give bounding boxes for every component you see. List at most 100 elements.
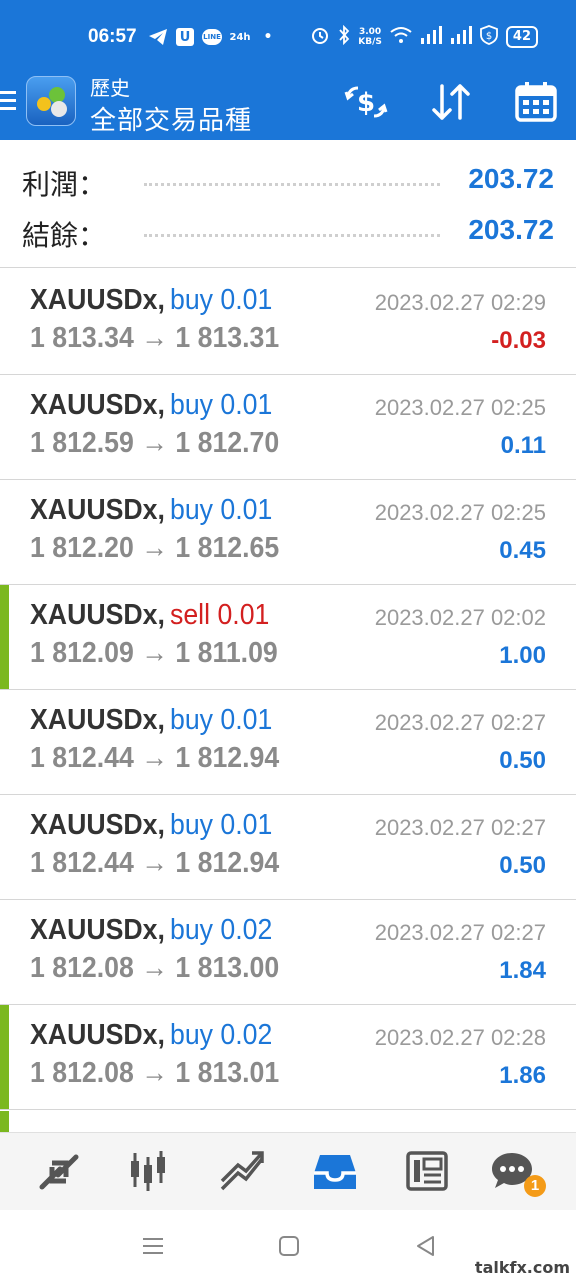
status-time: 06:57: [88, 26, 137, 47]
trade-row[interactable]: XAUUSDx, sell 0.01 2023.02.27 02:02 1 812.0…: [0, 585, 576, 690]
app-bar: 歷史 全部交易品種 $: [0, 64, 576, 140]
menu-icon[interactable]: [139, 1232, 167, 1260]
trade-row[interactable]: XAUUSDx, buy 0.01 2023.02.27 02:29 1 813.34…: [0, 270, 576, 375]
app-logo[interactable]: [26, 76, 76, 126]
profit-label: 利潤：: [22, 168, 107, 201]
u-icon: U: [176, 28, 194, 46]
battery-icon: 42: [505, 26, 538, 48]
dotted-leader: [144, 183, 440, 186]
trade-row[interactable]: XAUUSDx, buy 0.01 2023.02.27 02:25 1 812.59…: [0, 375, 576, 480]
trade-side-volume: buy 0.02: [170, 1019, 273, 1051]
trade-time: 2023.02.27 02:28: [374, 1025, 546, 1050]
trade-time: 2023.02.27 02:29: [374, 290, 546, 315]
trade-symbol: XAUUSDx,: [30, 494, 165, 526]
trade-prices: 1 812.59 → 1 812.70: [30, 427, 280, 459]
trade-side-volume: buy 0.02: [170, 914, 273, 946]
trade-time: 2023.02.27 02:27: [374, 710, 546, 735]
svg-text:$: $: [357, 88, 375, 118]
bottom-navigation: 1: [0, 1132, 576, 1210]
24h-icon: 24h: [229, 31, 251, 43]
trade-prices: 1 813.34 → 1 813.31: [30, 322, 280, 354]
trade-side-volume: buy 0.01: [170, 494, 273, 526]
trade-symbol: XAUUSDx,: [30, 809, 165, 841]
trade-row[interactable]: XAUUSDx, buy 0.01 2023.02.27 02:25 1 812.20…: [0, 480, 576, 585]
trade-profit: 1.84: [499, 957, 546, 984]
quotes-icon[interactable]: [34, 1147, 84, 1197]
speed-value: 3.00: [358, 27, 382, 37]
trade-profit: 0.45: [499, 537, 546, 564]
news-icon[interactable]: [402, 1147, 452, 1197]
bluetooth-icon: [338, 24, 350, 49]
signal-icon: [420, 26, 442, 48]
trade-time: 2023.02.27 02:27: [374, 815, 546, 840]
trade-profit: 0.50: [499, 852, 546, 879]
back-icon[interactable]: [412, 1232, 440, 1260]
svg-text:$: $: [486, 31, 492, 42]
trade-side-volume: sell 0.01: [170, 599, 270, 631]
alarm-icon: [310, 25, 330, 49]
trade-symbol: XAUUSDx,: [30, 1019, 165, 1051]
trade-time: 2023.02.27 02:02: [374, 605, 546, 630]
trade-marker: [0, 1005, 9, 1109]
profit-row: 利潤： 203.72: [0, 155, 576, 205]
trade-side-volume: buy 0.01: [170, 284, 273, 316]
signal-icon: [450, 26, 472, 48]
trade-prices: 1 812.09 → 1 811.09: [30, 637, 278, 669]
trade-row[interactable]: XAUUSDx, buy 0.01 2023.02.27 02:27 1 812.44…: [0, 795, 576, 900]
network-speed: 3.00 KB/S: [358, 27, 382, 47]
page-subtitle: 歷史: [90, 76, 130, 100]
trade-time: 2023.02.27 02:25: [374, 395, 546, 420]
speed-unit: KB/S: [358, 37, 382, 47]
trade-symbol: XAUUSDx,: [30, 704, 165, 736]
chat-icon[interactable]: 1: [490, 1147, 546, 1197]
trade-prices: 1 812.08 → 1 813.01: [30, 1057, 280, 1089]
wifi-icon: [390, 26, 412, 48]
trade-side-volume: buy 0.01: [170, 809, 273, 841]
sort-icon[interactable]: [427, 78, 475, 126]
trade-symbol: XAUUSDx,: [30, 284, 165, 316]
calendar-icon[interactable]: [512, 78, 560, 126]
trade-history-list: XAUUSDx, buy 0.01 2023.02.27 02:29 1 813.34…: [0, 270, 576, 1110]
balance-row: 結餘： 203.72: [0, 206, 576, 256]
trade-side-volume: buy 0.01: [170, 389, 273, 421]
system-icons: 3.00 KB/S $ 42: [310, 24, 538, 49]
list-item-partial[interactable]: [0, 1111, 576, 1133]
trade-marker: [0, 1111, 9, 1133]
trade-prices: 1 812.08 → 1 813.00: [30, 952, 280, 984]
trade-marker: [0, 585, 9, 689]
balance-value: 203.72: [468, 214, 554, 245]
trade-side-volume: buy 0.01: [170, 704, 273, 736]
trade-row[interactable]: XAUUSDx, buy 0.02 2023.02.27 02:27 1 812.08…: [0, 900, 576, 1005]
dotted-leader: [144, 234, 440, 237]
page-title[interactable]: 全部交易品種: [90, 100, 252, 137]
trade-symbol: XAUUSDx,: [30, 389, 165, 421]
chat-badge: 1: [524, 1175, 546, 1197]
line-icon: LINE: [202, 29, 222, 45]
trade-prices: 1 812.20 → 1 812.65: [30, 532, 280, 564]
trade-icon[interactable]: [218, 1147, 268, 1197]
menu-icon[interactable]: [0, 91, 16, 111]
trade-row[interactable]: XAUUSDx, buy 0.01 2023.02.27 02:27 1 812.44…: [0, 690, 576, 795]
trade-profit: 0.50: [499, 747, 546, 774]
home-icon[interactable]: [275, 1232, 303, 1260]
trade-symbol: XAUUSDx,: [30, 914, 165, 946]
shield-dollar-icon: $: [480, 25, 498, 49]
trade-time: 2023.02.27 02:27: [374, 920, 546, 945]
trade-profit: -0.03: [491, 327, 546, 354]
summary-panel: 利潤： 203.72 結餘： 203.72: [0, 140, 576, 268]
notification-icons: U LINE 24h •: [148, 27, 278, 47]
dot-icon: •: [263, 29, 273, 45]
history-icon[interactable]: [310, 1147, 360, 1197]
trade-prices: 1 812.44 → 1 812.94: [30, 742, 280, 774]
profit-value: 203.72: [468, 163, 554, 194]
trade-time: 2023.02.27 02:25: [374, 500, 546, 525]
trade-prices: 1 812.44 → 1 812.94: [30, 847, 280, 879]
deposit-withdraw-icon[interactable]: $: [342, 78, 390, 126]
trade-symbol: XAUUSDx,: [30, 599, 165, 631]
status-bar: 06:57 U LINE 24h • 3.00 KB/S $ 42: [0, 0, 576, 64]
trade-profit: 0.11: [500, 432, 546, 459]
watermark: talkfx.com: [474, 1258, 570, 1277]
trade-row[interactable]: XAUUSDx, buy 0.02 2023.02.27 02:28 1 812.08…: [0, 1005, 576, 1110]
balance-label: 結餘：: [22, 219, 107, 252]
chart-icon[interactable]: [126, 1147, 176, 1197]
